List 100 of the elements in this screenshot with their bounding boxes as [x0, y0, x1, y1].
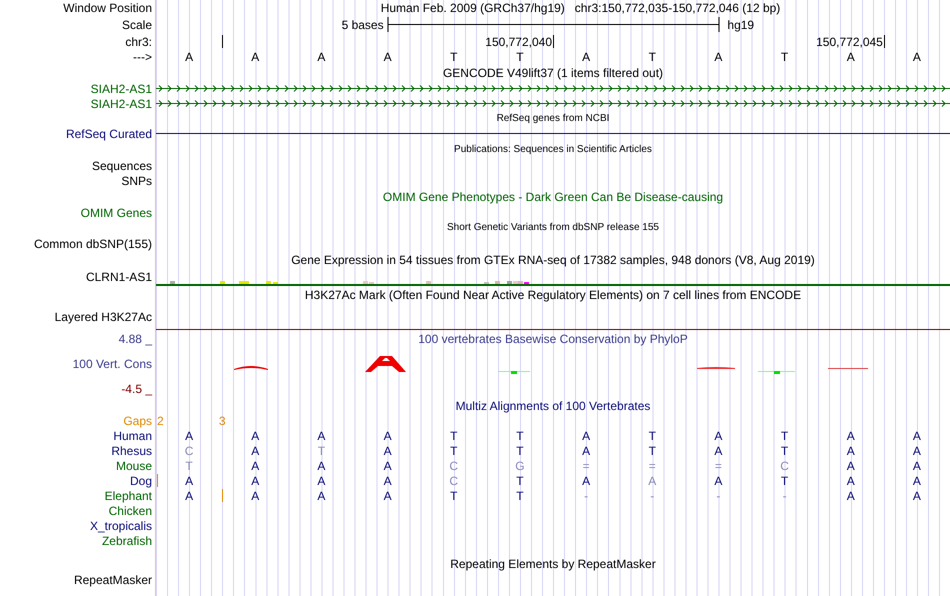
aligned-base: T [780, 474, 788, 486]
axis-min-label: -4.5 _ [121, 383, 152, 395]
base-letter: A [912, 51, 921, 63]
species-label: Human [113, 430, 152, 442]
track-label: RepeatMasker [74, 574, 152, 586]
track-label: OMIM Genes [80, 206, 152, 218]
track-label: Common dbSNP(155) [34, 238, 152, 250]
track-title: GENCODE V49lift37 (1 items filtered out) [442, 66, 664, 78]
aligned-base: A [714, 430, 722, 442]
aligned-base: A [384, 474, 392, 486]
species-label: Chicken [108, 504, 152, 516]
track-label: RefSeq Curated [66, 128, 152, 140]
base-letter: T [450, 51, 458, 63]
aligned-base: A [846, 430, 855, 442]
aligned-base: A [317, 460, 326, 472]
ruler-position: 150,772,045 [816, 36, 883, 48]
gap-count: 3 [218, 414, 226, 426]
aligned-base: A [251, 474, 260, 486]
aligned-base: T [780, 444, 788, 456]
aligned-base: T [318, 444, 326, 456]
base-letter: A [317, 51, 326, 63]
axis-max-label: 4.88 _ [118, 333, 152, 345]
aligned-base: A [912, 490, 921, 502]
insertion-mark [157, 474, 158, 487]
aligned-base: A [582, 474, 590, 486]
aligned-base: T [450, 490, 458, 502]
base-letter: T [648, 51, 656, 63]
aligned-base: - [716, 490, 720, 502]
aligned-base: A [251, 460, 260, 472]
aligned-base: A [846, 474, 855, 486]
track-title: Publications: Sequences in Scientific Articles [454, 145, 652, 155]
aligned-base: A [317, 490, 326, 502]
aligned-base: A [384, 444, 392, 456]
insertion-mark [222, 489, 224, 502]
aligned-base: A [384, 460, 392, 472]
aligned-base: A [317, 430, 326, 442]
aligned-base: T [185, 460, 193, 472]
track-title: 100 vertebrates Basewise Conservation by PhyloP [418, 333, 688, 345]
aligned-base: = [714, 460, 722, 472]
aligned-base: A [648, 474, 656, 486]
base-letter: A [384, 51, 392, 63]
aligned-base: A [317, 474, 326, 486]
track-label: Sequences [92, 160, 152, 172]
gene-label: SIAH2-AS1 [90, 82, 152, 94]
aligned-base: T [450, 430, 458, 442]
track-title: Multiz Alignments of 100 Vertebrates [456, 400, 650, 412]
aligned-base: A [582, 444, 590, 456]
assembly-name: Human Feb. 2009 (GRCh37/hg19) [380, 2, 565, 14]
aligned-base: C [184, 444, 194, 456]
aligned-base: T [648, 444, 656, 456]
aligned-base: A [185, 474, 194, 486]
base-letter: A [714, 51, 722, 63]
aligned-base: C [449, 474, 458, 486]
track-title: OMIM Gene Phenotypes - Dark Green Can Be Disease-causing [382, 190, 724, 202]
track-title: Gene Expression in 54 tissues from GTEx RNA-seq of 17382 samples, 948 donors (V8, Aug 2019) [291, 254, 815, 266]
aligned-base: T [516, 490, 524, 502]
species-label: Elephant [104, 490, 152, 502]
row-label: Scale [122, 18, 152, 30]
species-label: Zebrafish [102, 534, 152, 546]
aligned-base: - [650, 490, 654, 502]
aligned-base: = [582, 460, 590, 472]
base-letter: A [582, 51, 590, 63]
aligned-base: T [516, 444, 524, 456]
aligned-base: A [582, 430, 590, 442]
track-title: RefSeq genes from NCBI [496, 114, 610, 124]
aligned-base: A [846, 444, 855, 456]
species-label: X_tropicalis [90, 520, 152, 532]
aligned-base: A [714, 444, 722, 456]
assembly-code: hg19 [727, 18, 754, 30]
aligned-base: - [584, 490, 588, 502]
track-label: 100 Vert. Cons [72, 358, 152, 370]
scale-text: 5 bases [342, 18, 384, 30]
gene-label: SIAH2-AS1 [90, 98, 152, 110]
aligned-base: A [185, 490, 194, 502]
track-title: Short Genetic Variants from dbSNP release 155 [447, 223, 659, 233]
aligned-base: A [846, 460, 855, 472]
aligned-base: A [251, 490, 260, 502]
track-title: H3K27Ac Mark (Often Found Near Active Regulatory Elements) on 7 cell lines from ENCODE [304, 288, 802, 300]
species-label: Mouse [116, 460, 152, 472]
track-label: Layered H3K27Ac [54, 310, 152, 322]
species-label: Dog [130, 474, 152, 486]
position-text: chr3:150,772,035-150,772,046 (12 bp) [574, 2, 780, 14]
strand-label: ---> [133, 51, 152, 63]
track-label: CLRN1-AS1 [86, 271, 152, 283]
aligned-base: A [384, 490, 392, 502]
aligned-base: A [251, 444, 260, 456]
aligned-base: C [780, 460, 789, 472]
base-letter: T [516, 51, 524, 63]
aligned-base: A [912, 474, 921, 486]
base-letter: T [780, 51, 788, 63]
aligned-base: T [516, 474, 524, 486]
base-letter: A [185, 51, 194, 63]
base-letter: A [846, 51, 855, 63]
track-title: Repeating Elements by RepeatMasker [450, 558, 656, 570]
aligned-base: A [185, 430, 194, 442]
aligned-base: G [515, 460, 525, 472]
aligned-base: T [780, 430, 788, 442]
aligned-base: A [846, 490, 855, 502]
aligned-base: A [714, 474, 722, 486]
aligned-base: T [516, 430, 524, 442]
